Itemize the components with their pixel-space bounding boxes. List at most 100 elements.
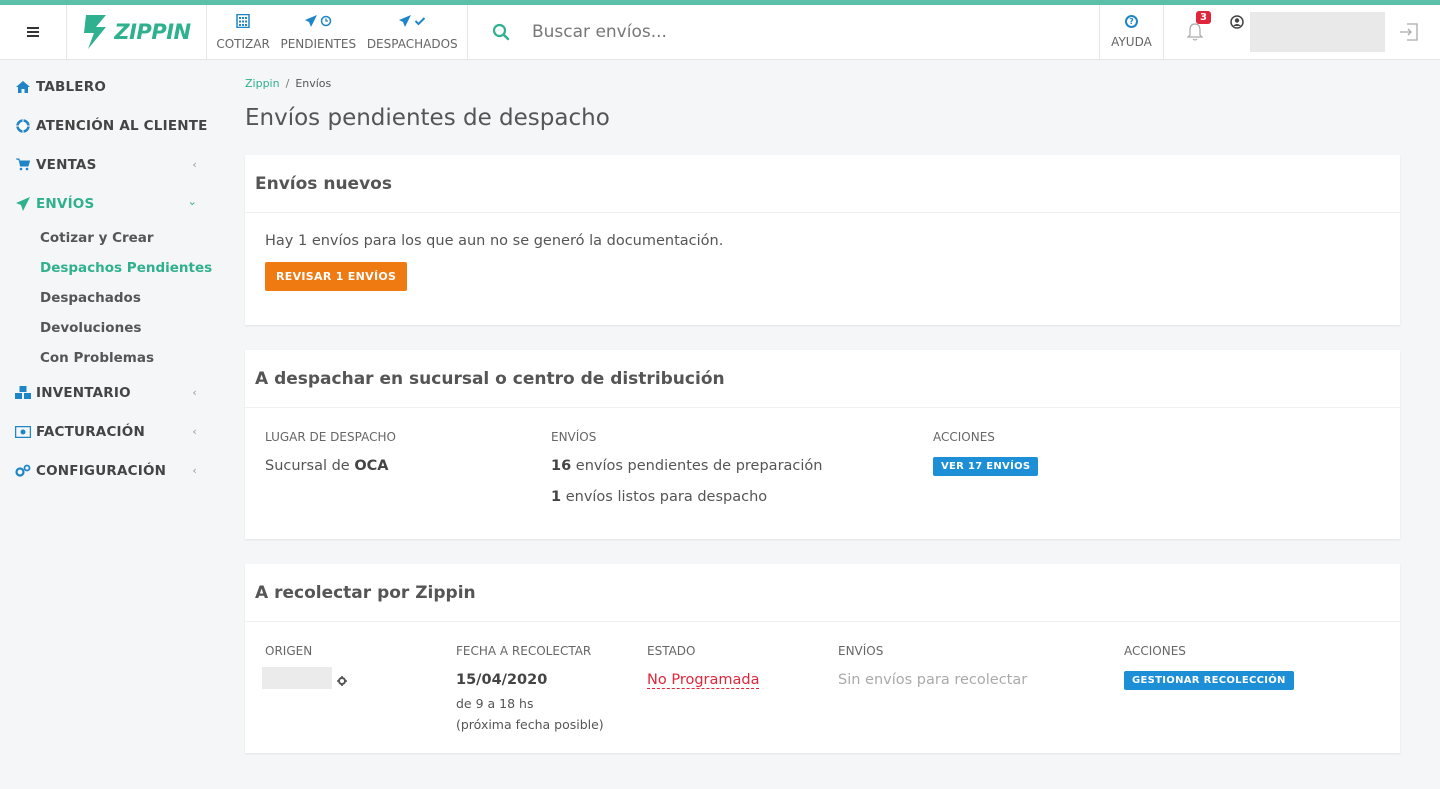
quick-links: COTIZAR PENDIENTES DESPACHADOS — [207, 5, 468, 59]
sidebar-sub-despachos-pendientes[interactable]: Despachos Pendientes — [0, 253, 215, 283]
help-label: AYUDA — [1111, 35, 1152, 49]
ready-count: 1 — [551, 489, 562, 505]
breadcrumb-current: Envíos — [295, 77, 332, 90]
column-header-origen: ORIGEN — [265, 644, 313, 658]
card-pickup: A recolectar por Zippin ORIGEN FECHA A R… — [245, 564, 1400, 753]
calculator-icon — [236, 14, 250, 28]
card-title: A recolectar por Zippin — [245, 564, 1400, 622]
sidebar: TABLERO ATENCIÓN AL CLIENTE VENTAS ‹ ENV… — [0, 61, 215, 789]
ready-dispatch: 1 envíos listos para despacho — [551, 489, 767, 505]
clock-icon — [321, 15, 332, 27]
card-branch-dispatch: A despachar en sucursal o centro de dist… — [245, 350, 1400, 539]
paper-plane-icon — [15, 196, 31, 211]
column-header-acciones: ACCIONES — [1124, 644, 1186, 658]
manage-pickup-button[interactable]: GESTIONAR RECOLECCIÓN — [1124, 671, 1294, 690]
check-icon — [415, 17, 426, 26]
brand-logo[interactable]: ZIPPIN — [67, 5, 207, 59]
sidebar-item-inventario[interactable]: INVENTARIO ‹ — [0, 373, 215, 412]
sidebar-sub-con-problemas[interactable]: Con Problemas — [0, 343, 215, 373]
column-header-fecha: FECHA A RECOLECTAR — [456, 644, 592, 658]
hamburger-icon — [27, 27, 39, 37]
zippin-logo-icon — [84, 15, 107, 49]
chevron-left-icon: ‹ — [192, 386, 197, 399]
search-bar — [468, 5, 1100, 59]
pickup-date: 15/04/2020 — [456, 672, 548, 688]
pending-text: envíos pendientes de preparación — [571, 458, 823, 474]
sidebar-item-tablero[interactable]: TABLERO — [0, 67, 215, 106]
paper-plane-icon — [399, 15, 412, 27]
question-circle-icon: ? — [1125, 15, 1138, 28]
cart-icon — [15, 158, 31, 171]
chevron-left-icon: ‹ — [192, 464, 197, 477]
notifications-button[interactable]: 3 — [1184, 11, 1211, 43]
user-circle-icon[interactable] — [1230, 15, 1244, 29]
bell-icon — [1186, 23, 1204, 41]
sidebar-sub-despachados[interactable]: Despachados — [0, 283, 215, 313]
quick-link-despachados[interactable]: DESPACHADOS — [362, 13, 463, 51]
breadcrumb-separator: / — [285, 77, 290, 90]
breadcrumb: Zippin / Envíos — [245, 77, 1400, 93]
pickup-date-note: (próxima fecha posible) — [456, 717, 604, 732]
sidebar-item-label: INVENTARIO — [36, 384, 131, 401]
cogs-icon — [15, 464, 31, 478]
sidebar-item-envios[interactable]: ENVÍOS ⌄ — [0, 184, 215, 223]
pending-count: 16 — [551, 458, 572, 474]
notification-count-badge: 3 — [1196, 11, 1211, 24]
column-header-lugar: LUGAR DE DESPACHO — [265, 430, 396, 444]
quick-link-pendientes[interactable]: PENDIENTES — [275, 13, 361, 51]
chevron-down-icon: ⌄ — [187, 195, 197, 208]
help-button[interactable]: ? AYUDA — [1100, 5, 1164, 59]
boxes-icon — [15, 385, 31, 400]
pickup-time-range: de 9 a 18 hs — [456, 696, 534, 711]
view-shipments-button[interactable]: VER 17 ENVÍOS — [933, 457, 1039, 476]
money-icon — [15, 425, 31, 438]
pending-preparation: 16 envíos pendientes de preparación — [551, 458, 822, 474]
card-new-message: Hay 1 envíos para los que aun no se gene… — [265, 233, 724, 249]
gear-icon[interactable] — [337, 676, 347, 686]
dispatch-place-prefix: Sucursal de — [265, 458, 355, 474]
sidebar-item-atencion[interactable]: ATENCIÓN AL CLIENTE — [0, 106, 215, 145]
user-name-placeholder[interactable] — [1250, 12, 1385, 52]
main-content: Zippin / Envíos Envíos pendientes de despa… — [245, 61, 1400, 753]
brand-name: ZIPPIN — [114, 20, 191, 44]
page-title: Envíos pendientes de despacho — [245, 105, 610, 131]
sidebar-sub-cotizar[interactable]: Cotizar y Crear — [0, 223, 215, 253]
search-input[interactable] — [532, 22, 1032, 42]
sidebar-item-label: ENVÍOS — [36, 195, 95, 212]
ready-text: envíos listos para despacho — [561, 489, 768, 505]
lifebuoy-icon — [15, 118, 31, 133]
column-header-estado: ESTADO — [647, 644, 696, 658]
sidebar-item-ventas[interactable]: VENTAS ‹ — [0, 145, 215, 184]
chevron-left-icon: ‹ — [192, 425, 197, 438]
origin-placeholder — [262, 667, 332, 689]
sidebar-sub-devoluciones[interactable]: Devoluciones — [0, 313, 215, 343]
sidebar-item-label: VENTAS — [36, 156, 97, 173]
quick-link-label: DESPACHADOS — [366, 37, 458, 51]
breadcrumb-root-link[interactable]: Zippin — [245, 77, 280, 90]
column-header-envios: ENVÍOS — [551, 430, 597, 444]
review-shipments-button[interactable]: REVISAR 1 ENVÍOS — [265, 262, 408, 291]
card-new-shipments: Envíos nuevos Hay 1 envíos para los que … — [245, 155, 1400, 325]
card-title: A despachar en sucursal o centro de dist… — [245, 350, 1400, 408]
pickup-envios-text: Sin envíos para recolectar — [838, 672, 1028, 688]
menu-toggle-button[interactable] — [0, 5, 67, 59]
user-zone: 3 — [1164, 5, 1440, 59]
pickup-status[interactable]: No Programada — [647, 672, 760, 689]
sidebar-item-label: ATENCIÓN AL CLIENTE — [36, 117, 208, 134]
card-title: Envíos nuevos — [245, 155, 1400, 213]
dispatch-place: Sucursal de OCA — [265, 458, 389, 474]
search-icon[interactable] — [492, 23, 510, 41]
column-header-acciones: ACCIONES — [933, 430, 995, 444]
dispatch-place-name: OCA — [354, 458, 389, 474]
sidebar-item-configuracion[interactable]: CONFIGURACIÓN ‹ — [0, 451, 215, 490]
logout-icon[interactable] — [1399, 22, 1419, 42]
sidebar-item-label: FACTURACIÓN — [36, 423, 145, 440]
home-icon — [15, 80, 31, 93]
quick-link-cotizar[interactable]: COTIZAR — [211, 13, 274, 51]
sidebar-item-label: TABLERO — [36, 78, 106, 95]
paper-plane-icon — [305, 15, 318, 27]
quick-link-label: PENDIENTES — [280, 37, 357, 51]
sidebar-item-label: CONFIGURACIÓN — [36, 462, 167, 479]
quick-link-label: COTIZAR — [216, 37, 270, 51]
sidebar-item-facturacion[interactable]: FACTURACIÓN ‹ — [0, 412, 215, 451]
